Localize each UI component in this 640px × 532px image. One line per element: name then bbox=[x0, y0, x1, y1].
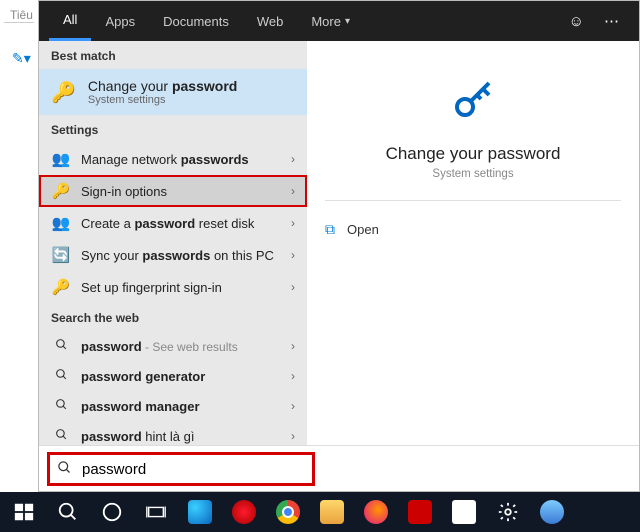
pencil-icon[interactable]: ✎▾ bbox=[12, 50, 31, 67]
open-icon: ⧉ bbox=[325, 221, 335, 238]
tab-apps[interactable]: Apps bbox=[91, 1, 149, 41]
tab-documents[interactable]: Documents bbox=[149, 1, 243, 41]
chevron-right-icon: › bbox=[291, 152, 295, 166]
taskbar-app-chrome[interactable] bbox=[266, 492, 310, 532]
chevron-right-icon: › bbox=[291, 184, 295, 198]
tab-more[interactable]: More▾ bbox=[297, 1, 364, 41]
results-list: Best match 🔑 Change your password System… bbox=[39, 41, 307, 445]
start-button[interactable] bbox=[2, 492, 46, 532]
open-action[interactable]: ⧉ Open bbox=[325, 221, 621, 238]
settings-item-1[interactable]: 🔑Sign-in options› bbox=[39, 175, 307, 207]
taskbar-app-misc[interactable] bbox=[530, 492, 574, 532]
taskbar-search-icon[interactable] bbox=[46, 492, 90, 532]
tab-all[interactable]: All bbox=[49, 1, 91, 41]
taskbar-app-store[interactable] bbox=[442, 492, 486, 532]
web-item-1[interactable]: password generator› bbox=[39, 361, 307, 391]
search-icon bbox=[57, 460, 72, 478]
settings-item-4[interactable]: 🔑Set up fingerprint sign-in› bbox=[39, 271, 307, 303]
web-item-0[interactable]: password - See web results› bbox=[39, 331, 307, 361]
search-bar-row bbox=[39, 445, 639, 491]
users-icon: 👥 bbox=[51, 214, 71, 232]
chevron-right-icon: › bbox=[291, 399, 295, 413]
chevron-right-icon: › bbox=[291, 280, 295, 294]
search-icon bbox=[51, 368, 71, 384]
preview-title: Change your password bbox=[325, 144, 621, 164]
settings-item-0[interactable]: 👥Manage network passwords› bbox=[39, 143, 307, 175]
taskbar-app-edge[interactable] bbox=[178, 492, 222, 532]
chevron-right-icon: › bbox=[291, 429, 295, 443]
chevron-right-icon: › bbox=[291, 369, 295, 383]
chevron-right-icon: › bbox=[291, 339, 295, 353]
tab-web[interactable]: Web bbox=[243, 1, 298, 41]
divider bbox=[325, 200, 621, 201]
cortana-icon[interactable] bbox=[90, 492, 134, 532]
taskbar-app-explorer[interactable] bbox=[310, 492, 354, 532]
search-input[interactable] bbox=[82, 461, 305, 478]
search-tabs: All Apps Documents Web More▾ ☺ ⋯ bbox=[39, 1, 639, 41]
more-options-icon[interactable]: ⋯ bbox=[594, 12, 629, 30]
sync-icon: 🔄 bbox=[51, 246, 71, 264]
chevron-down-icon: ▾ bbox=[345, 16, 350, 27]
preview-subtitle: System settings bbox=[325, 168, 621, 180]
settings-item-2[interactable]: 👥Create a password reset disk› bbox=[39, 207, 307, 239]
app-edge-title: Tiêu bbox=[4, 0, 34, 23]
users-icon: 👥 bbox=[51, 150, 71, 168]
search-box[interactable] bbox=[47, 452, 315, 486]
taskbar-app-firefox[interactable] bbox=[354, 492, 398, 532]
feedback-icon[interactable]: ☺ bbox=[559, 13, 594, 30]
section-settings: Settings bbox=[39, 115, 307, 143]
task-view-icon[interactable] bbox=[134, 492, 178, 532]
search-icon bbox=[51, 428, 71, 444]
section-search-web: Search the web bbox=[39, 303, 307, 331]
chevron-right-icon: › bbox=[291, 248, 295, 262]
taskbar bbox=[0, 492, 640, 532]
best-match-item[interactable]: 🔑 Change your password System settings bbox=[39, 69, 307, 115]
web-item-3[interactable]: password hint là gì› bbox=[39, 421, 307, 445]
chevron-right-icon: › bbox=[291, 216, 295, 230]
preview-key-icon bbox=[325, 59, 621, 134]
settings-item-3[interactable]: 🔄Sync your passwords on this PC› bbox=[39, 239, 307, 271]
taskbar-settings-icon[interactable] bbox=[486, 492, 530, 532]
search-icon bbox=[51, 338, 71, 354]
section-best-match: Best match bbox=[39, 41, 307, 69]
taskbar-app-red[interactable] bbox=[398, 492, 442, 532]
web-item-2[interactable]: password manager› bbox=[39, 391, 307, 421]
preview-pane: Change your password System settings ⧉ O… bbox=[307, 41, 639, 445]
key-icon: 🔑 bbox=[51, 80, 76, 105]
taskbar-app-opera[interactable] bbox=[222, 492, 266, 532]
key-icon: 🔑 bbox=[51, 278, 71, 296]
key-icon: 🔑 bbox=[51, 182, 71, 200]
search-panel: All Apps Documents Web More▾ ☺ ⋯ Best ma… bbox=[38, 0, 640, 492]
search-icon bbox=[51, 398, 71, 414]
